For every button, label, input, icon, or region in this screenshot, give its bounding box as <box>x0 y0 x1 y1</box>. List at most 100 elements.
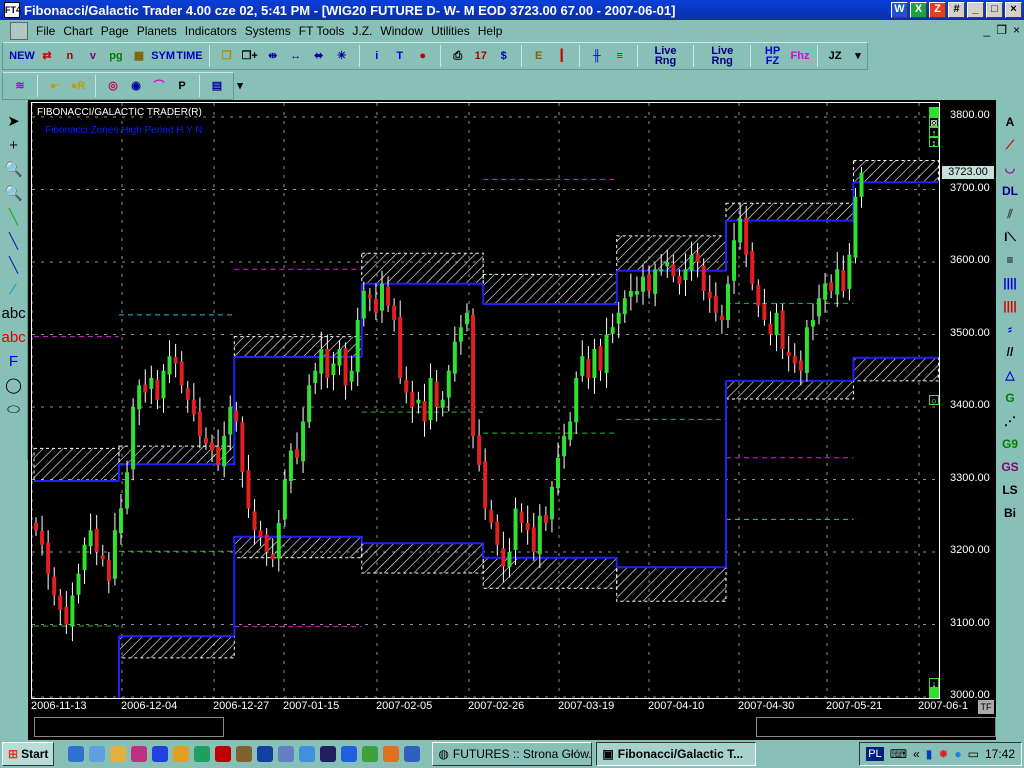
hp-fz-icon[interactable]: HP FZ <box>759 45 786 67</box>
cycles-icon[interactable]: ⸗ <box>997 319 1023 339</box>
template-icon[interactable]: ▤ <box>208 75 226 97</box>
bi-icon[interactable]: Bi <box>997 503 1023 523</box>
chart-n-icon[interactable]: n <box>61 45 79 67</box>
text-icon[interactable]: T <box>391 45 409 67</box>
taskbar-button[interactable]: ◍ FUTURES :: Strona Głów... <box>432 742 593 766</box>
menu-utilities[interactable]: Utilities <box>427 24 474 38</box>
font-icon[interactable]: F <box>2 352 26 372</box>
scroll-bottom-handle[interactable] <box>929 688 939 698</box>
crosshair-icon[interactable]: + <box>2 136 26 156</box>
pg-icon[interactable]: pg <box>107 45 125 67</box>
language-indicator[interactable]: PL <box>866 747 884 761</box>
excel-icon[interactable]: X <box>910 2 927 18</box>
plot-area[interactable]: FIBONACCI/GALACTIC TRADER(R) Fibonacci Z… <box>31 102 940 699</box>
parallel-icon[interactable]: ⫽ <box>997 204 1023 224</box>
ellipse-icon[interactable]: ⬭ <box>2 400 26 420</box>
messenger-icon[interactable]: ● <box>954 747 961 761</box>
tf-button[interactable]: TF <box>978 700 994 714</box>
hlines-icon[interactable]: ≡ <box>997 250 1023 270</box>
circle-icon[interactable]: ◯ <box>2 376 26 396</box>
menu-chart[interactable]: Chart <box>59 24 96 38</box>
zoom-find-icon[interactable]: 🔍 <box>2 160 26 180</box>
gs-icon[interactable]: GS <box>997 457 1023 477</box>
quicklaunch-icon[interactable] <box>341 746 358 762</box>
p-curve-icon[interactable]: P <box>173 75 191 97</box>
start-button[interactable]: ⊞ Start <box>2 742 55 766</box>
scroll-resize-button[interactable]: ↕ <box>929 137 939 148</box>
menu-page[interactable]: Page <box>97 24 133 38</box>
quicklaunch-icon[interactable] <box>131 746 148 762</box>
gann-fan-icon[interactable]: ⋰ <box>997 411 1023 431</box>
minimize-button[interactable]: _ <box>967 2 984 18</box>
g-lines-icon[interactable]: G <box>997 388 1023 408</box>
quicklaunch-icon[interactable] <box>110 746 127 762</box>
open-icon[interactable]: ⇄ <box>38 45 56 67</box>
doc-icon[interactable] <box>10 22 28 40</box>
arc-icon[interactable]: ⌒ <box>150 75 168 97</box>
paint-icon[interactable]: # <box>948 2 965 18</box>
quicklaunch-icon[interactable] <box>362 746 379 762</box>
toolbar-overflow-icon[interactable]: ▾ <box>849 45 867 67</box>
calendar-icon[interactable]: 17 <box>472 45 490 67</box>
word-icon[interactable]: W <box>891 2 908 18</box>
planet-icon[interactable]: ●· <box>46 75 64 97</box>
diag-icon[interactable]: // <box>997 342 1023 362</box>
menu-jz[interactable]: J.Z. <box>348 24 376 38</box>
fhz-icon[interactable]: Fhz <box>791 45 810 67</box>
print-icon[interactable]: ⎙ <box>449 45 467 67</box>
trendline-green-icon[interactable]: ╲ <box>2 208 26 228</box>
quicklaunch-icon[interactable] <box>194 746 211 762</box>
scroll-down-button[interactable]: ↓ <box>929 678 939 689</box>
windows-icon[interactable]: ❐ <box>218 45 236 67</box>
tray-expand-icon[interactable]: « <box>913 747 920 761</box>
menu-planets[interactable]: Planets <box>133 24 181 38</box>
menu-indicators[interactable]: Indicators <box>181 24 241 38</box>
g9-icon[interactable]: G9 <box>997 434 1023 454</box>
grid-icon[interactable]: ▦ <box>130 45 148 67</box>
delete-text-icon[interactable]: abc <box>2 328 26 348</box>
marker-button[interactable]: ○ <box>929 395 939 406</box>
jz-icon[interactable]: JZ <box>826 45 844 67</box>
triangle-icon[interactable]: △ <box>997 365 1023 385</box>
traffic-light-icon[interactable]: ● <box>414 45 432 67</box>
quicklaunch-icon[interactable] <box>299 746 316 762</box>
menu-help[interactable]: Help <box>474 24 507 38</box>
andrews-icon[interactable]: A <box>997 112 1023 132</box>
arcs-icon[interactable]: ◡ <box>997 158 1023 178</box>
bars-icon[interactable]: ╫ <box>588 45 606 67</box>
quicklaunch-icon[interactable] <box>215 746 232 762</box>
maximize-button[interactable]: □ <box>986 2 1003 18</box>
move-icon[interactable]: ⬌ <box>310 45 328 67</box>
info-icon[interactable]: i <box>368 45 386 67</box>
menu-fttools[interactable]: FT Tools <box>295 24 349 38</box>
live-rng-blue-icon[interactable]: Live Rng <box>702 45 742 67</box>
mdi-close-button[interactable]: × <box>1013 23 1020 37</box>
sym-icon[interactable]: SYM <box>151 45 175 67</box>
quicklaunch-icon[interactable] <box>236 746 253 762</box>
toolbar-overflow-icon[interactable]: ▾ <box>231 75 249 97</box>
vlines-red-icon[interactable]: |||| <box>997 296 1023 316</box>
new-icon[interactable]: NEW <box>9 45 35 67</box>
app-z-icon[interactable]: Z <box>929 2 946 18</box>
network-icon[interactable]: ▮ <box>926 747 933 761</box>
ls-icon[interactable]: LS <box>997 480 1023 500</box>
mdi-restore-button[interactable]: ❐ <box>996 23 1007 37</box>
live-rng-red-icon[interactable]: Live Rng <box>646 45 686 67</box>
retrace-icon[interactable]: I⟍ <box>997 227 1023 247</box>
circle-dots-icon[interactable]: ◉ <box>127 75 145 97</box>
quicklaunch-icon[interactable] <box>68 746 85 762</box>
quicklaunch-icon[interactable] <box>320 746 337 762</box>
pencil-icon[interactable]: ∕ <box>2 280 26 300</box>
fan-icon[interactable]: ⟋ <box>997 135 1023 155</box>
vlines-blue-icon[interactable]: |||| <box>997 273 1023 293</box>
chart-v-icon[interactable]: v <box>84 45 102 67</box>
quicklaunch-icon[interactable] <box>383 746 400 762</box>
quicklaunch-icon[interactable] <box>278 746 295 762</box>
candle-icon[interactable]: ┃ <box>553 45 571 67</box>
zoom-icon[interactable]: ✳ <box>333 45 351 67</box>
quicklaunch-icon[interactable] <box>89 746 106 762</box>
time-icon[interactable]: TIME <box>176 45 202 67</box>
dollar-icon[interactable]: $ <box>495 45 513 67</box>
close-button[interactable]: × <box>1005 2 1022 18</box>
trendline-blue-icon[interactable]: ╲ <box>2 232 26 252</box>
